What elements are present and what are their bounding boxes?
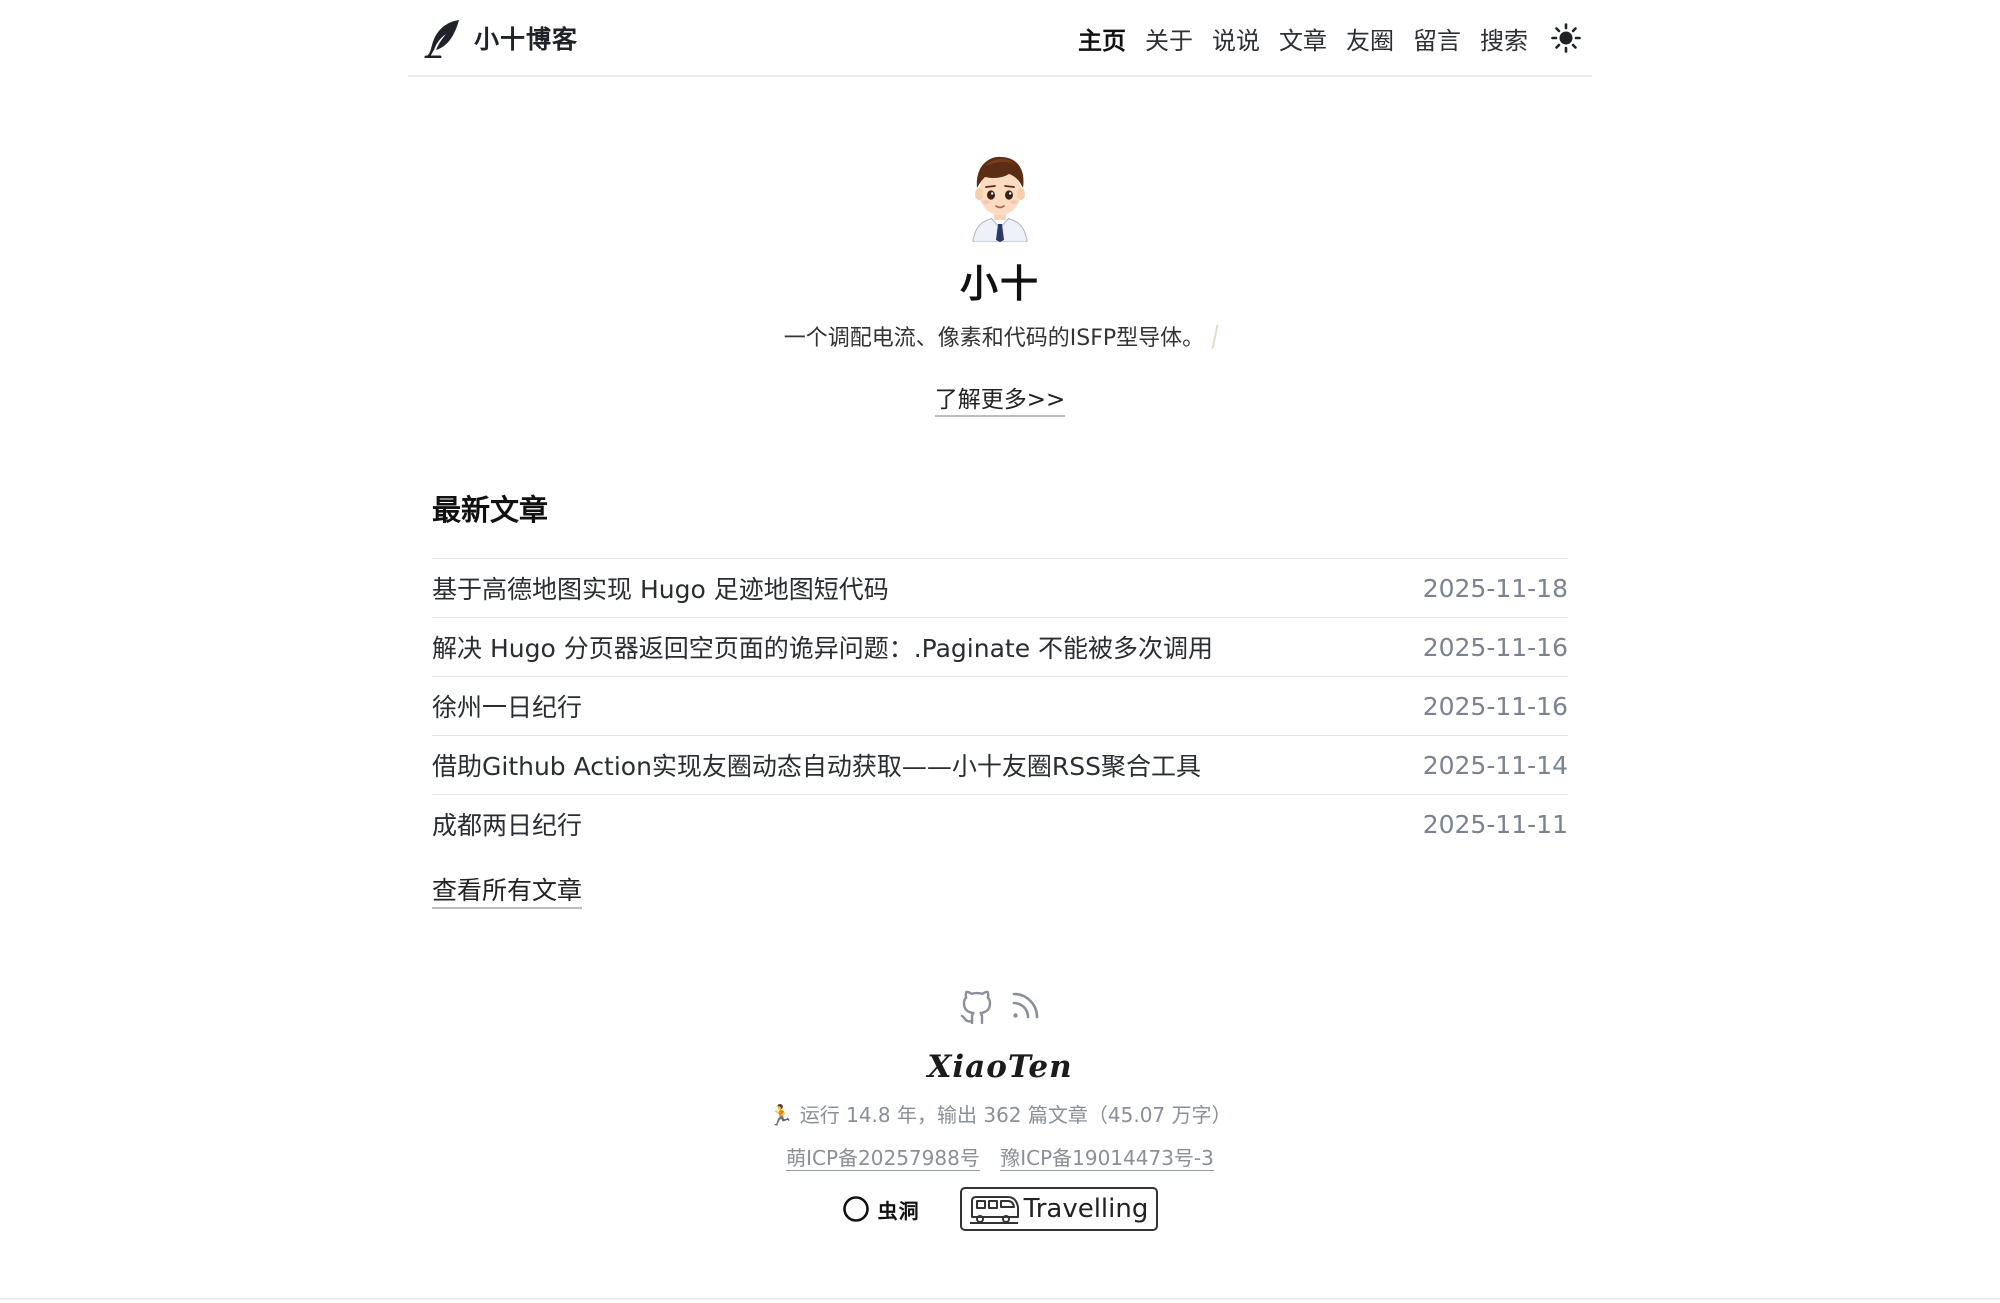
github-icon (960, 990, 992, 1025)
post-date: 2025-11-18 (1422, 573, 1568, 603)
rss-icon (1012, 992, 1039, 1019)
icp-link-moe[interactable]: 萌ICP备20257988号 (786, 1146, 980, 1171)
site-header: 小十博客 主页 关于 说说 文章 友圈 留言 搜索 (408, 0, 1592, 77)
post-list: 基于高德地图实现 Hugo 足迹地图短代码 2025-11-18 解决 Hugo… (432, 558, 1568, 853)
profile-name: 小十 (959, 262, 1040, 306)
theme-toggle-button[interactable] (1550, 22, 1582, 54)
site-stats: 🏃 运行 14.8 年，输出 362 篇文章（45.07 万字） (0, 1101, 2000, 1129)
nav-item-friends[interactable]: 友圈 (1346, 21, 1394, 56)
footer-badges: 虫洞 Travelling (0, 1187, 2000, 1231)
main-nav: 主页 关于 说说 文章 友圈 留言 搜索 (1059, 18, 1582, 58)
post-date: 2025-11-16 (1422, 691, 1568, 721)
travelling-label: Travelling (1023, 1194, 1149, 1224)
post-title[interactable]: 解决 Hugo 分页器返回空页面的诡异问题：.Paginate 不能被多次调用 (432, 629, 1213, 665)
icp-link-henan[interactable]: 豫ICP备19014473号-3 (1000, 1146, 1214, 1171)
typing-cursor (1211, 325, 1219, 349)
post-date: 2025-11-11 (1422, 809, 1568, 839)
nav-item-moments[interactable]: 说说 (1212, 21, 1260, 56)
post-row[interactable]: 解决 Hugo 分页器返回空页面的诡异问题：.Paginate 不能被多次调用 … (432, 618, 1568, 677)
post-title[interactable]: 成都两日纪行 (432, 806, 582, 842)
profile-bio: 一个调配电流、像素和代码的ISFP型导体。 (0, 324, 2000, 354)
post-row[interactable]: 借助Github Action实现友圈动态自动获取——小十友圈RSS聚合工具 2… (432, 736, 1568, 795)
github-link[interactable] (959, 986, 995, 1028)
latest-posts-heading: 最新文章 (432, 493, 549, 527)
post-title[interactable]: 徐州一日纪行 (432, 688, 582, 724)
profile-section: 小十 一个调配电流、像素和代码的ISFP型导体。 了解更多>> (0, 150, 2000, 417)
social-links (0, 985, 2000, 1029)
post-row[interactable]: 徐州一日纪行 2025-11-16 (432, 677, 1568, 736)
brand-title: 小十博客 (474, 25, 579, 54)
ring-icon (842, 1196, 869, 1222)
post-date: 2025-11-16 (1422, 632, 1568, 662)
brand-link[interactable]: 小十博客 (424, 18, 578, 58)
rss-link[interactable] (1009, 989, 1041, 1025)
sun-icon (1551, 23, 1581, 53)
travelling-badge[interactable]: Travelling (959, 1187, 1159, 1231)
site-footer: XiaoTen 🏃 运行 14.8 年，输出 362 篇文章（45.07 万字）… (0, 985, 2000, 1231)
avatar (972, 156, 1028, 242)
feather-pen-icon (424, 20, 459, 58)
learn-more-link[interactable]: 了解更多>> (934, 380, 1066, 417)
post-title[interactable]: 借助Github Action实现友圈动态自动获取——小十友圈RSS聚合工具 (432, 747, 1201, 783)
signature-logo: XiaoTen (927, 1049, 1073, 1085)
nav-item-home[interactable]: 主页 (1078, 21, 1126, 56)
post-date: 2025-11-14 (1422, 750, 1568, 780)
train-icon (969, 1196, 1019, 1224)
nav-item-about[interactable]: 关于 (1145, 21, 1193, 56)
nav-item-guestbook[interactable]: 留言 (1413, 21, 1461, 56)
profile-bio-text: 一个调配电流、像素和代码的ISFP型导体。 (783, 326, 1205, 351)
nav-item-articles[interactable]: 文章 (1279, 21, 1327, 56)
view-all-posts-link[interactable]: 查看所有文章 (432, 871, 583, 909)
page-bottom-divider (0, 1298, 2000, 1300)
nav-item-search[interactable]: 搜索 (1480, 21, 1528, 56)
post-row[interactable]: 基于高德地图实现 Hugo 足迹地图短代码 2025-11-18 (432, 559, 1568, 618)
post-row[interactable]: 成都两日纪行 2025-11-11 (432, 795, 1568, 853)
chongdong-label: 虫洞 (877, 1198, 920, 1223)
runner-emoji: 🏃 (768, 1103, 794, 1127)
chongdong-badge[interactable]: 虫洞 (842, 1195, 920, 1224)
latest-posts-section: 最新文章 基于高德地图实现 Hugo 足迹地图短代码 2025-11-18 解决… (432, 490, 1568, 909)
icp-records: 萌ICP备20257988号 豫ICP备19014473号-3 (0, 1145, 2000, 1171)
post-title[interactable]: 基于高德地图实现 Hugo 足迹地图短代码 (432, 570, 889, 606)
site-stats-text: 运行 14.8 年，输出 362 篇文章（45.07 万字） (799, 1103, 1232, 1127)
